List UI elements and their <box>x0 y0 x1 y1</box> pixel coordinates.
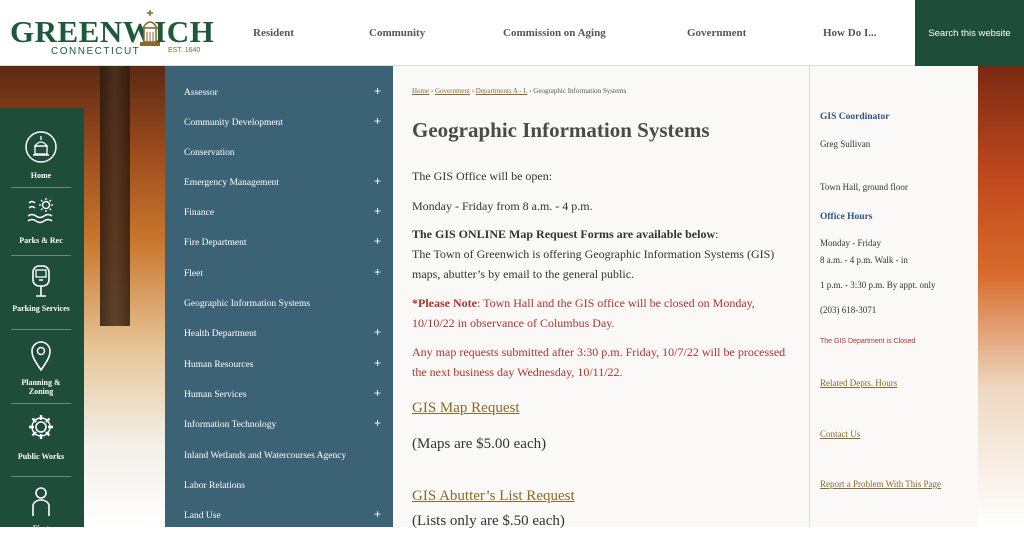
rail-divider <box>11 476 71 477</box>
rail-home[interactable]: Home <box>11 130 71 180</box>
dept-item-emergency-management[interactable]: Emergency Management + <box>165 168 393 198</box>
logo-wordmark: GREENWICH <box>10 14 215 49</box>
nav-commission-on-aging[interactable]: Commission on Aging <box>503 0 606 66</box>
dept-item-human-services[interactable]: Human Services + <box>165 380 393 410</box>
forms-heading: The GIS ONLINE Map Request Forms are ava… <box>412 227 716 241</box>
contact-sidebar: GIS Coordinator Greg Sullivan Town Hall,… <box>809 66 978 527</box>
breadcrumb-current: Geographic Information Systems <box>533 87 627 95</box>
office-location: Town Hall, ground floor <box>820 182 908 192</box>
rail-first-label: First <box>32 524 50 533</box>
rail-parking-services[interactable]: Parking Services <box>11 264 71 313</box>
dept-item-inland-wetlands[interactable]: Inland Wetlands and Watercourses Agency <box>165 441 393 471</box>
office-days: Monday - Friday <box>820 238 881 248</box>
rail-divider <box>11 329 71 330</box>
map-price: (Maps are $5.00 each) <box>412 436 547 452</box>
nav-community[interactable]: Community <box>369 0 425 66</box>
expand-icon[interactable]: + <box>374 386 381 400</box>
expand-icon[interactable]: + <box>374 84 381 98</box>
phone-number: (203) 618-3071 <box>820 305 877 315</box>
expand-icon[interactable]: + <box>374 114 381 128</box>
report-problem-link[interactable]: Report a Problem With This Page <box>820 479 941 489</box>
tree-trunk <box>100 66 130 326</box>
note-label: *Please Note <box>412 296 477 310</box>
abutter-list-request-link[interactable]: GIS Abutter’s List Request <box>412 488 575 505</box>
expand-icon[interactable]: + <box>374 234 381 248</box>
site-header: GREENWICH CONNECTICUT EST. 1640 Resident… <box>0 0 1024 66</box>
greenwich-logo[interactable]: GREENWICH CONNECTICUT EST. 1640 <box>10 8 214 60</box>
rail-public-works[interactable]: Public Works <box>11 410 71 461</box>
walk-in-hours: 8 a.m. - 4 p.m. Walk - in <box>820 255 908 265</box>
departments-menu: Assessor + Community Development + Conserv… <box>165 66 393 527</box>
town-hall-icon <box>25 131 57 163</box>
nav-how-do-i[interactable]: How Do I... <box>823 0 876 66</box>
dept-item-fleet[interactable]: Fleet + <box>165 259 393 289</box>
rail-public-works-label: Public Works <box>17 452 65 461</box>
rail-planning-zoning[interactable]: Planning & Zoning <box>11 338 71 396</box>
open-intro: The GIS Office will be open: <box>412 169 553 183</box>
breadcrumb-government[interactable]: Government <box>435 87 470 95</box>
contact-us-link[interactable]: Contact Us <box>820 429 860 439</box>
closed-notice: The GIS Department is Closed <box>820 338 916 345</box>
parking-meter-icon <box>32 265 50 297</box>
dept-item-assessor[interactable]: Assessor + <box>165 78 393 108</box>
breadcrumb-home[interactable]: Home <box>412 87 429 95</box>
dept-item-labor-relations[interactable]: Labor Relations <box>165 471 393 501</box>
coordinator-name: Greg Sullivan <box>820 139 871 149</box>
rail-parks-rec-label: Parks & Rec <box>19 236 63 245</box>
rail-parks-rec[interactable]: Parks & Rec <box>11 196 71 245</box>
logo-established: EST. 1640 <box>168 47 201 54</box>
coordinator-heading: GIS Coordinator <box>820 112 890 122</box>
dept-item-human-resources[interactable]: Human Resources + <box>165 350 393 380</box>
dept-item-fire-department[interactable]: Fire Department + <box>165 228 393 258</box>
forms-paragraph: The GIS ONLINE Map Request Forms are ava… <box>412 227 775 281</box>
page-title: Geographic Information Systems <box>412 118 710 142</box>
breadcrumb: Home › Government › Departments A - L › … <box>412 87 627 95</box>
map-pin-icon <box>31 341 51 372</box>
rail-first[interactable]: First <box>11 484 71 533</box>
search-button[interactable]: Search this website <box>915 0 1024 66</box>
expand-icon[interactable]: + <box>374 325 381 339</box>
rail-planning-zoning-label: Planning & Zoning <box>21 378 61 396</box>
office-hours-heading: Office Hours <box>820 212 873 222</box>
dept-item-geographic-information-systems[interactable]: Geographic Information Systems <box>165 289 393 319</box>
quick-links-rail: Home Parks & Rec Parking Services Planni… <box>0 108 84 533</box>
gis-map-request-link[interactable]: GIS Map Request <box>412 400 520 417</box>
rail-divider <box>11 187 71 188</box>
expand-icon[interactable]: + <box>374 356 381 370</box>
nav-resident[interactable]: Resident <box>253 0 294 66</box>
dept-item-information-technology[interactable]: Information Technology + <box>165 410 393 440</box>
closure-notice: *Please Note: Town Hall and the GIS offi… <box>412 293 797 333</box>
expand-icon[interactable]: + <box>374 174 381 188</box>
late-request-notice: Any map requests submitted after 3:30 p.… <box>412 345 786 379</box>
rail-parking-services-label: Parking Services <box>12 304 70 313</box>
abutter-price: (Lists only are $.50 each) <box>412 513 565 529</box>
office-hours-text: Monday - Friday from 8 a.m. - 4 p.m. <box>412 199 593 213</box>
main-content: Home › Government › Departments A - L › … <box>393 66 809 529</box>
appointment-hours: 1 p.m. - 3:30 p.m. By appt. only <box>820 280 936 290</box>
dept-item-community-development[interactable]: Community Development + <box>165 108 393 138</box>
cupola-icon <box>140 10 160 46</box>
dept-item-health-department[interactable]: Health Department + <box>165 319 393 349</box>
rail-home-label: Home <box>30 171 52 180</box>
gear-icon <box>29 415 53 439</box>
breadcrumb-departments[interactable]: Departments A - L <box>476 87 528 95</box>
expand-icon[interactable]: + <box>374 204 381 218</box>
forms-text: The Town of Greenwich is offering Geogra… <box>412 247 775 281</box>
expand-icon[interactable]: + <box>374 416 381 430</box>
dept-item-finance[interactable]: Finance + <box>165 198 393 228</box>
autumn-background-right <box>978 66 1024 527</box>
nav-government[interactable]: Government <box>687 0 746 66</box>
person-icon <box>32 487 50 516</box>
expand-icon[interactable]: + <box>374 507 381 521</box>
waves-sun-icon <box>27 198 53 224</box>
rail-divider <box>11 403 71 404</box>
rail-divider <box>11 255 71 256</box>
dept-item-conservation[interactable]: Conservation <box>165 138 393 168</box>
logo-subtitle: CONNECTICUT <box>51 46 141 57</box>
related-depts-hours-link[interactable]: Related Depts. Hours <box>820 378 897 388</box>
expand-icon[interactable]: + <box>374 265 381 279</box>
